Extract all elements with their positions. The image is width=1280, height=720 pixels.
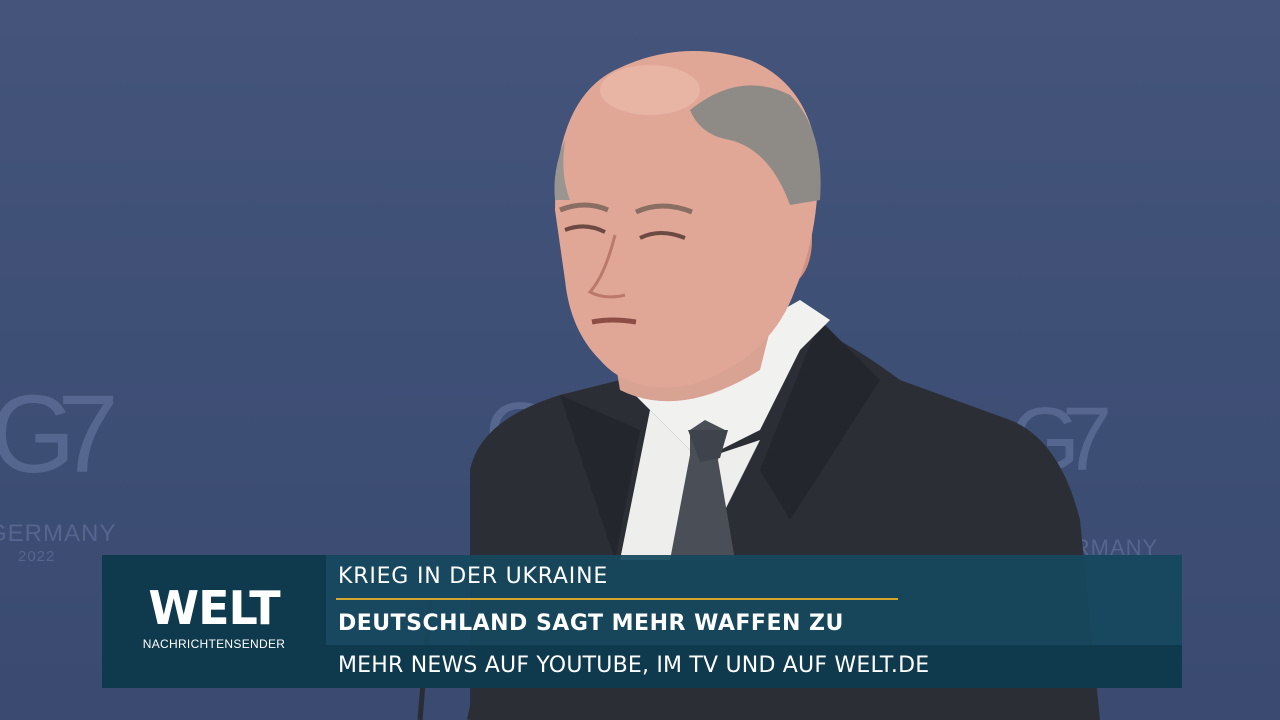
brand-subtitle: NACHRICHTENSENDER (142, 637, 286, 651)
headline-text: DEUTSCHLAND SAGT MEHR WAFFEN ZU (338, 611, 844, 636)
news-lower-third: WELT NACHRICHTENSENDER KRIEG IN DER UKRA… (102, 555, 1182, 688)
ticker-bar: MEHR NEWS AUF YOUTUBE, IM TV UND AUF WEL… (326, 645, 1182, 688)
video-frame: G7 GERMANY 2022 G7 G7 GERMANY (0, 0, 1280, 720)
ticker-text: MEHR NEWS AUF YOUTUBE, IM TV UND AUF WEL… (338, 653, 930, 678)
headline-panel: KRIEG IN DER UKRAINE DEUTSCHLAND SAGT ME… (326, 555, 1182, 645)
accent-divider (336, 598, 898, 600)
welt-logo: WELT (148, 581, 280, 635)
welt-brand-panel: WELT NACHRICHTENSENDER (102, 555, 326, 688)
topic-label: KRIEG IN DER UKRAINE (338, 564, 609, 589)
